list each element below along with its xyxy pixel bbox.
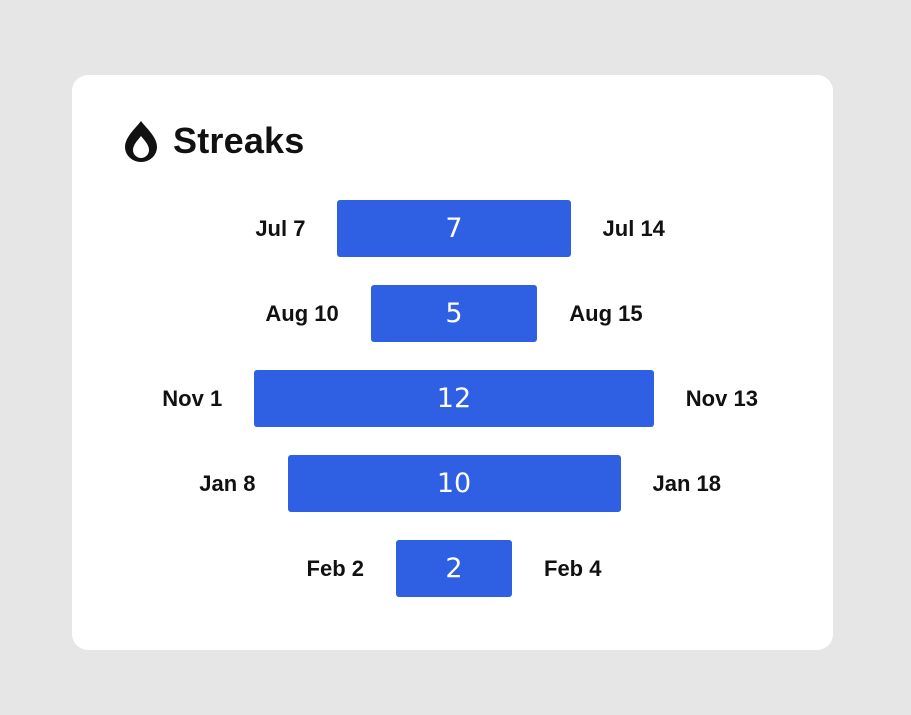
streak-start-date: Feb 2	[306, 555, 364, 581]
streak-start-date: Jul 7	[255, 215, 306, 241]
streak-length-label: 12	[436, 383, 472, 414]
streak-bar: 12	[254, 370, 654, 427]
streak-start-date: Jan 8	[199, 470, 256, 496]
streak-start-date: Aug 10	[265, 300, 339, 326]
streaks-card: Streaks 7 Jul 7 Jul 14 5 Aug 10 Aug 15 12 Nov 1…	[72, 75, 833, 650]
streak-bar: 7	[337, 200, 571, 257]
streak-end-date: Aug 15	[569, 300, 643, 326]
streak-length-label: 2	[445, 553, 463, 584]
streak-length-label: 10	[436, 468, 472, 499]
streak-length-label: 5	[445, 298, 463, 329]
streak-bar: 10	[287, 455, 621, 512]
streak-end-date: Feb 4	[544, 555, 602, 581]
streak-start-date: Nov 1	[162, 385, 223, 411]
streak-bar: 5	[370, 285, 538, 342]
streak-end-date: Nov 13	[685, 385, 758, 411]
streak-end-date: Jul 14	[602, 215, 665, 241]
streak-end-date: Jan 18	[652, 470, 722, 496]
streaks-chart: 7 Jul 7 Jul 14 5 Aug 10 Aug 15 12 Nov 1 Nov 13 10…	[72, 75, 833, 650]
streak-length-label: 7	[445, 213, 463, 244]
streak-bar: 2	[396, 540, 512, 597]
